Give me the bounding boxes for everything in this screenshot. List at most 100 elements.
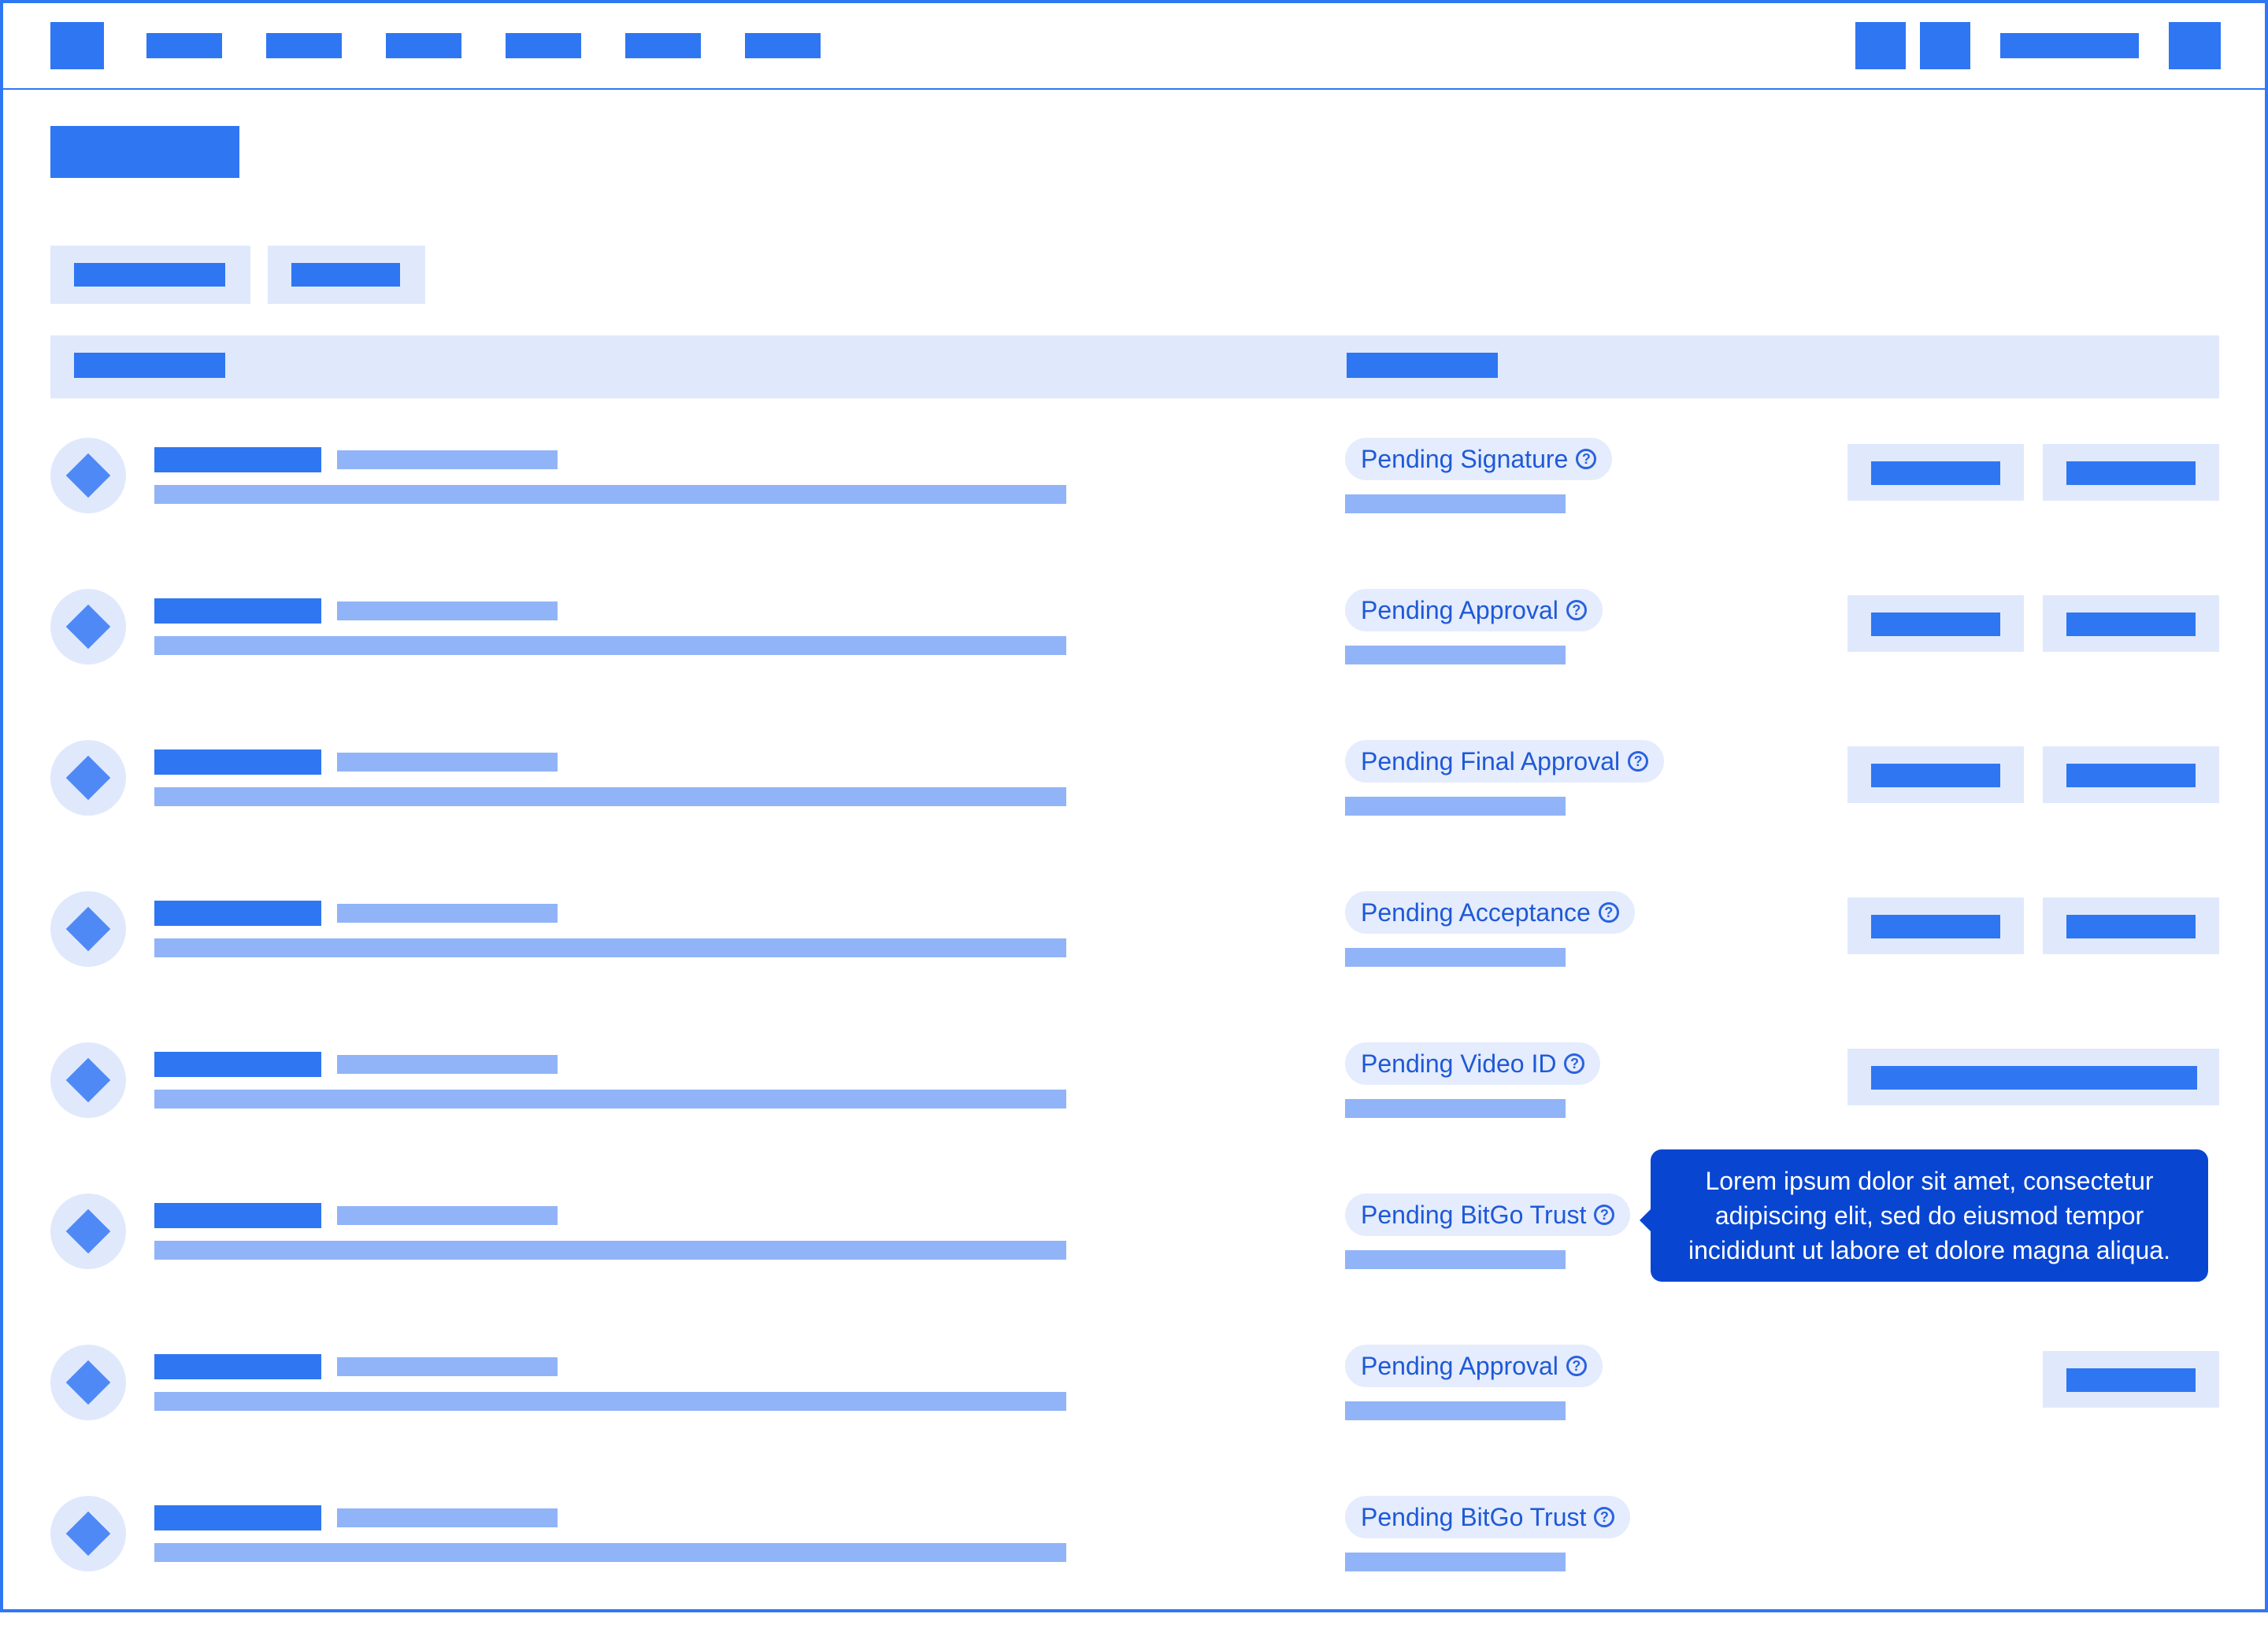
row-action-button-2[interactable] [2043,898,2219,954]
row-action-button-2-label [2066,613,2196,636]
row-description [154,1543,1066,1562]
status-badge: Pending Signature? [1345,438,1613,480]
row-action-button-1[interactable] [1847,444,2024,501]
status-badge: Pending Approval? [1345,1345,1603,1387]
status-label: Pending BitGo Trust [1361,1502,1587,1531]
question-circle-icon[interactable]: ? [1566,1356,1587,1376]
row-action-button-1[interactable] [1847,595,2024,652]
nav-item-5[interactable] [625,33,701,58]
row-action-button-1[interactable] [1847,746,2024,803]
status-badge: Pending Acceptance? [1345,891,1635,934]
status-date [1345,646,1566,664]
nav-item-6[interactable] [745,33,821,58]
row-title[interactable] [154,598,321,624]
nav-item-4[interactable] [506,33,581,58]
row-title[interactable] [154,1354,321,1379]
question-circle-icon[interactable]: ? [1628,751,1649,772]
row-description [154,1090,1066,1108]
tab-1[interactable] [50,246,250,304]
row-action-button-1-label [1871,461,2000,485]
status-date [1345,1401,1566,1420]
row-description [154,938,1066,957]
tab-1-label [74,263,225,287]
status-date [1345,1250,1566,1269]
header-icon-button-2[interactable] [1920,22,1970,69]
row-title[interactable] [154,1505,321,1530]
nav-item-1[interactable] [146,33,222,58]
status-date [1345,494,1566,513]
table-row: Pending Approval? [3,589,2268,740]
row-subtitle [337,753,558,772]
status-label: Pending Approval [1361,595,1558,624]
row-action-button-1-label [1871,764,2000,787]
table-header [50,335,2219,398]
question-circle-icon[interactable]: ? [1594,1507,1615,1527]
page-title [50,126,239,178]
status-date [1345,948,1566,967]
row-subtitle [337,904,558,923]
tab-2-label [291,263,400,287]
row-action-button-wide-label [1871,1066,2197,1090]
status-help-tooltip: Lorem ipsum dolor sit amet, consectetur … [1640,1149,2208,1282]
row-subtitle [337,1357,558,1376]
top-navigation-bar [3,3,2265,90]
status-date [1345,1553,1566,1571]
row-title[interactable] [154,447,321,472]
nav-item-3[interactable] [386,33,461,58]
row-action-button-2[interactable] [2043,595,2219,652]
question-circle-icon[interactable]: ? [1594,1205,1615,1225]
row-title[interactable] [154,1203,321,1228]
logo-icon[interactable] [50,22,104,69]
table-row: Pending Acceptance? [3,891,2268,1042]
status-label: Pending Approval [1361,1351,1558,1380]
row-action-button-1-label [1871,915,2000,938]
table-row: Pending Final Approval? [3,740,2268,891]
row-subtitle [337,601,558,620]
table-row: Pending BitGo Trust? [3,1496,2268,1647]
row-action-button-2-label [2066,764,2196,787]
row-action-button-2-label [2066,1368,2196,1392]
question-circle-icon[interactable]: ? [1598,902,1619,923]
row-description [154,1392,1066,1411]
row-subtitle [337,1206,558,1225]
table-row: Pending Approval? [3,1345,2268,1496]
status-badge: Pending Approval? [1345,589,1603,631]
status-badge: Pending Video ID? [1345,1042,1601,1085]
header-icon-button-1[interactable] [1855,22,1906,69]
status-label: Pending Final Approval [1361,746,1621,775]
row-action-button-1[interactable] [1847,898,2024,954]
question-circle-icon[interactable]: ? [1576,449,1597,469]
row-description [154,636,1066,655]
row-action-button-wide[interactable] [1847,1049,2219,1105]
row-action-button-2-label [2066,461,2196,485]
status-label: Pending BitGo Trust [1361,1200,1587,1229]
status-badge: Pending BitGo Trust? [1345,1194,1631,1236]
question-circle-icon[interactable]: ? [1564,1053,1585,1074]
status-label: Pending Video ID [1361,1049,1557,1078]
tab-2[interactable] [268,246,425,304]
row-action-button-2-label [2066,915,2196,938]
table-row: Pending Signature? [3,438,2268,589]
nav-item-2[interactable] [266,33,342,58]
column-header-name [74,353,225,378]
row-description [154,485,1066,504]
status-badge: Pending Final Approval? [1345,740,1665,783]
status-label: Pending Acceptance [1361,898,1591,927]
account-menu-link[interactable] [2000,33,2139,58]
row-title[interactable] [154,1052,321,1077]
status-label: Pending Signature [1361,444,1569,473]
row-action-button-2[interactable] [2043,746,2219,803]
status-date [1345,1099,1566,1118]
status-date [1345,797,1566,816]
row-title[interactable] [154,749,321,775]
row-subtitle [337,450,558,469]
avatar[interactable] [2169,22,2221,69]
row-subtitle [337,1508,558,1527]
row-title[interactable] [154,901,321,926]
row-action-button-2[interactable] [2043,444,2219,501]
row-description [154,787,1066,806]
question-circle-icon[interactable]: ? [1566,600,1587,620]
status-badge: Pending BitGo Trust? [1345,1496,1631,1538]
row-action-button-2[interactable] [2043,1351,2219,1408]
app-window: Pending Signature? Pending Approval? Pen… [0,0,2268,1612]
